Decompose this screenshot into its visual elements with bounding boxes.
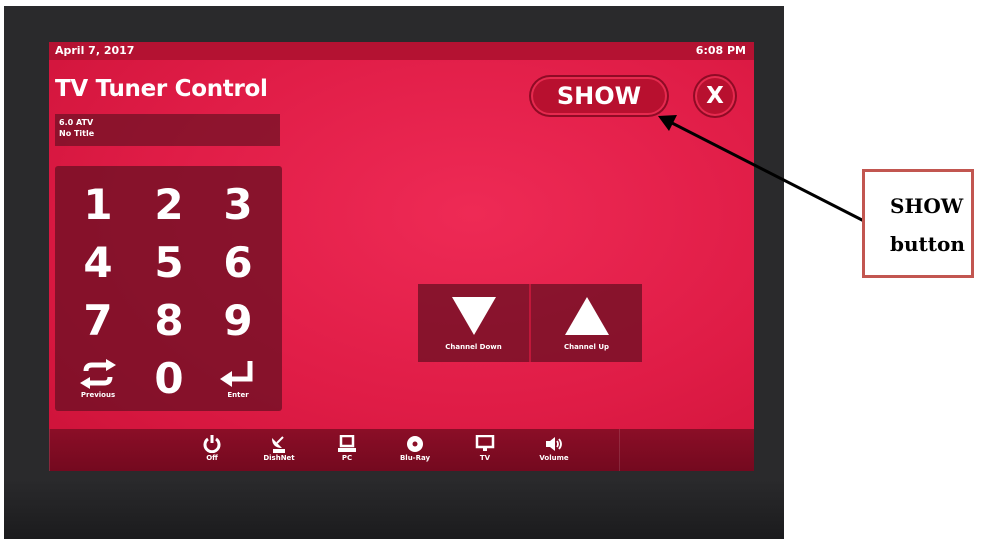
key-0[interactable]: 0 — [138, 350, 200, 408]
dock-volume-button[interactable]: Volume — [524, 429, 584, 471]
key-digit: 9 — [223, 296, 253, 345]
channel-controls: Channel Down Channel Up — [418, 284, 642, 362]
key-digit: 2 — [154, 180, 184, 229]
source-dock: Off DishNet PC Blu-Ray TV Volume — [49, 429, 754, 471]
dock-label: Off — [206, 454, 218, 462]
dock-label: Volume — [539, 454, 569, 462]
key-6[interactable]: 6 — [207, 234, 269, 292]
key-2[interactable]: 2 — [138, 176, 200, 234]
status-date: April 7, 2017 — [55, 44, 135, 57]
touch-screen: April 7, 2017 6:08 PM TV Tuner Control 6… — [49, 42, 754, 471]
repeat-icon — [80, 359, 116, 389]
key-digit: 7 — [83, 296, 113, 345]
tv-icon — [475, 435, 495, 451]
dock-tv-button[interactable]: TV — [455, 429, 515, 471]
close-button[interactable]: X — [697, 78, 733, 114]
dock-dishnet-button[interactable]: DishNet — [249, 429, 309, 471]
speaker-icon — [546, 437, 562, 451]
callout-line2: button — [890, 232, 965, 256]
numeric-keypad: 1 2 3 4 5 6 7 8 9 Previous 0 Enter — [55, 166, 282, 411]
dock-empty-cell — [49, 429, 180, 471]
key-3[interactable]: 3 — [207, 176, 269, 234]
show-button[interactable]: SHOW — [533, 79, 665, 113]
key-4[interactable]: 4 — [67, 234, 129, 292]
satellite-dish-icon — [272, 436, 285, 453]
status-bar: April 7, 2017 6:08 PM — [49, 42, 754, 60]
key-digit: 6 — [223, 238, 253, 287]
dock-label: DishNet — [263, 454, 295, 462]
power-icon — [203, 435, 221, 453]
key-digit: 0 — [154, 354, 184, 403]
channel-down-button[interactable]: Channel Down — [418, 284, 529, 362]
enter-button[interactable]: Enter — [207, 350, 269, 408]
enter-icon — [220, 361, 253, 387]
page-title: TV Tuner Control — [55, 76, 268, 102]
triangle-down-icon — [451, 297, 496, 335]
channel-up-label: Channel Up — [563, 343, 610, 351]
dock-off-button[interactable]: Off — [182, 429, 242, 471]
channel-info-panel: 6.0 ATV No Title — [55, 114, 280, 146]
channel-up-button[interactable]: Channel Up — [531, 284, 642, 362]
laptop-icon — [338, 435, 356, 452]
triangle-up-icon — [564, 297, 609, 335]
dock-label: PC — [341, 454, 353, 462]
disc-icon — [407, 436, 423, 452]
dock-bluray-button[interactable]: Blu-Ray — [385, 429, 445, 471]
dock-empty-cell — [619, 429, 754, 471]
key-digit: 1 — [83, 180, 113, 229]
key-1[interactable]: 1 — [67, 176, 129, 234]
previous-label: Previous — [80, 391, 116, 399]
channel-title: No Title — [59, 129, 95, 138]
status-time: 6:08 PM — [695, 44, 746, 57]
previous-button[interactable]: Previous — [67, 350, 129, 408]
dock-label: TV — [479, 454, 491, 462]
key-9[interactable]: 9 — [207, 292, 269, 350]
callout-line1: SHOW — [890, 194, 964, 218]
annotation-callout: SHOW button — [862, 169, 974, 278]
enter-label: Enter — [227, 391, 249, 399]
channel-down-label: Channel Down — [445, 343, 502, 351]
key-7[interactable]: 7 — [67, 292, 129, 350]
key-digit: 4 — [83, 238, 113, 287]
key-8[interactable]: 8 — [138, 292, 200, 350]
key-5[interactable]: 5 — [138, 234, 200, 292]
channel-number: 6.0 ATV — [59, 118, 94, 127]
key-digit: 8 — [154, 296, 184, 345]
key-digit: 3 — [223, 180, 253, 229]
dock-label: Blu-Ray — [399, 454, 431, 462]
dock-pc-button[interactable]: PC — [317, 429, 377, 471]
key-digit: 5 — [154, 238, 184, 287]
